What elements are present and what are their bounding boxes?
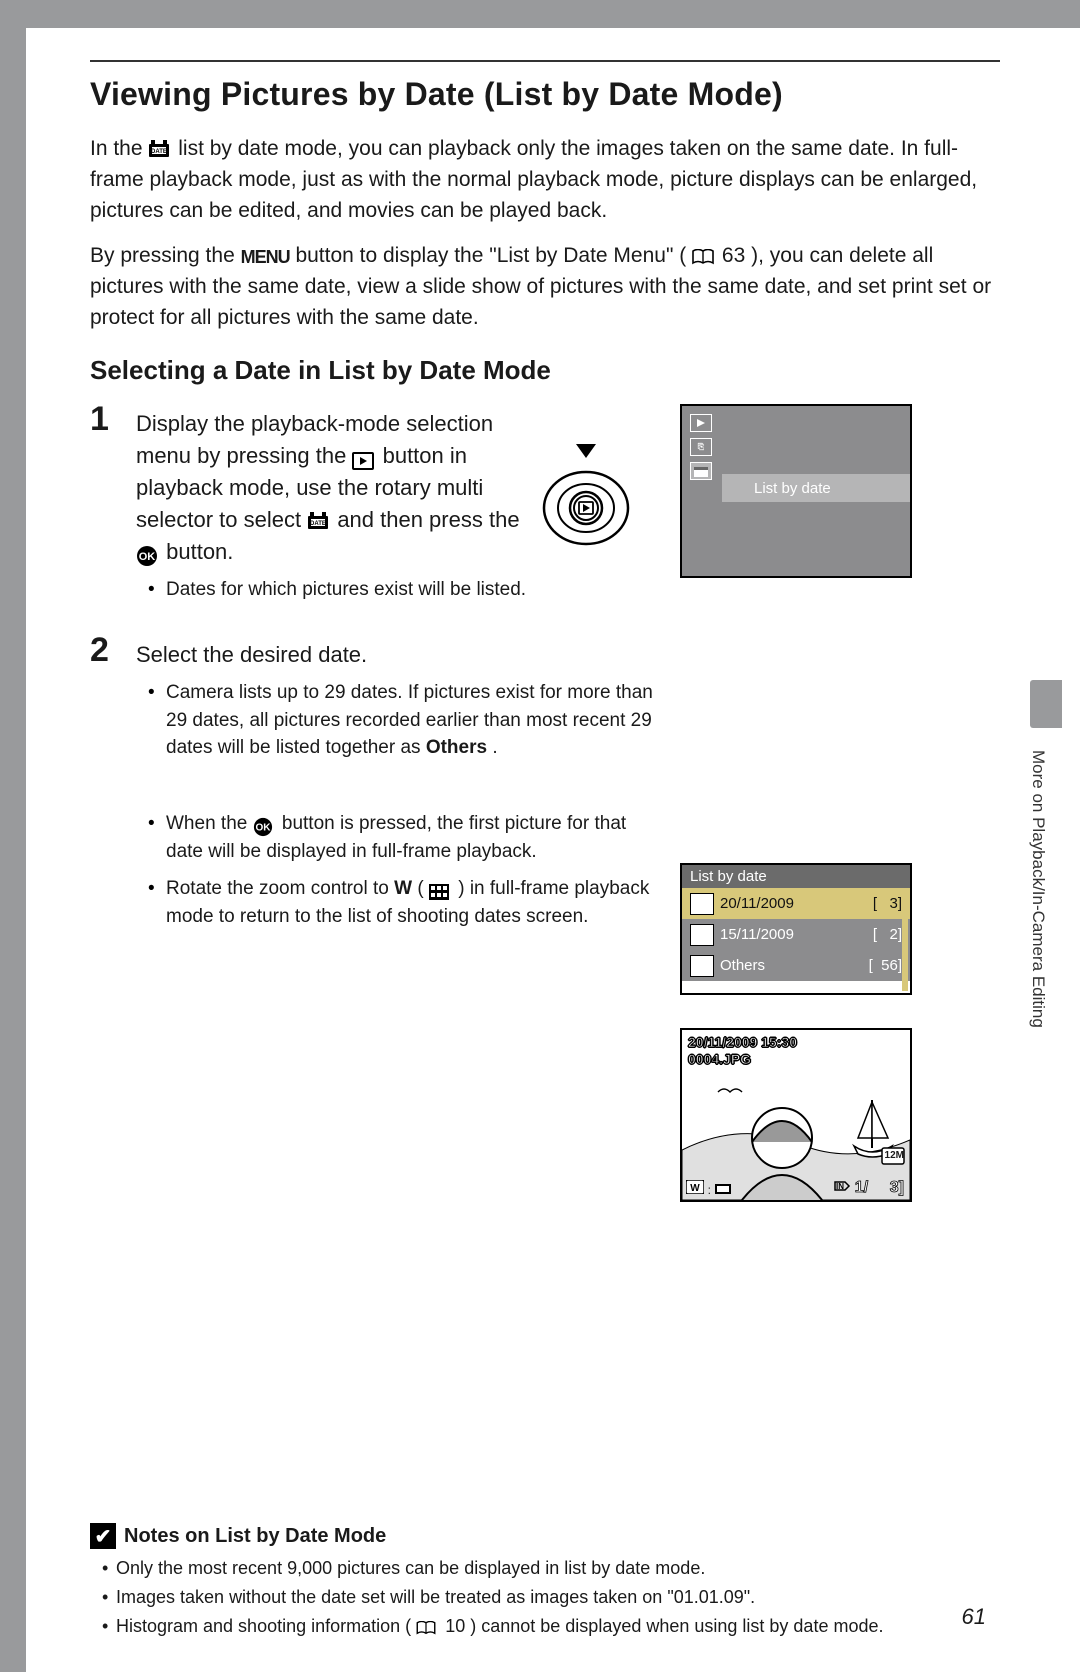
thumbnail-icon xyxy=(690,893,714,915)
intro-paragraph-2: By pressing the MENU button to display t… xyxy=(90,240,1000,333)
playback-total: 3] xyxy=(890,1179,904,1196)
svg-text:IN: IN xyxy=(836,1182,844,1191)
text: button to display the "List by Date Menu… xyxy=(295,244,686,267)
intro-paragraph-1: In the DATE list by date mode, you can p… xyxy=(90,133,1000,226)
text-strong: Others xyxy=(426,737,487,758)
step-2-bullet-1: Camera lists up to 29 dates. If pictures… xyxy=(166,679,656,762)
text: and then press the xyxy=(337,507,519,532)
step-2-bullet-2: When the OK button is pressed, the first… xyxy=(166,810,656,865)
date-list-title: List by date xyxy=(682,865,910,888)
text: . xyxy=(492,737,497,758)
playback-date: 20/11/2009 15:30 xyxy=(688,1034,797,1050)
date-value: 15/11/2009 xyxy=(720,926,867,943)
lcd-selected-row: List by date xyxy=(722,474,910,502)
count-value: [ 3] xyxy=(873,895,902,912)
manual-page: Viewing Pictures by Date (List by Date M… xyxy=(26,28,1080,1672)
section-subhead: Selecting a Date in List by Date Mode xyxy=(90,355,1000,386)
notes-title: Notes on List by Date Mode xyxy=(124,1525,386,1548)
date-list-illustration: List by date 20/11/2009 [ 3] 15/11/2009 … xyxy=(680,863,912,995)
thumbnail-icon xyxy=(690,955,714,977)
step-1-text: Display the playback-mode selection menu… xyxy=(136,408,526,567)
chapter-side-label: More on Playback/In-Camera Editing xyxy=(1028,750,1048,1028)
date-list-row: 20/11/2009 [ 3] xyxy=(682,888,910,919)
playback-filename: 0004.JPG xyxy=(688,1051,797,1067)
step-2-bullet-3: Rotate the zoom control to W ( xyxy=(166,875,656,930)
text: button. xyxy=(166,539,233,564)
step-2-text: Select the desired date. xyxy=(136,639,626,671)
playback-mode-icon xyxy=(690,414,712,432)
date-icon: DATE xyxy=(307,507,331,527)
step-1: 1 Display the playback-mode selection me… xyxy=(90,402,1000,613)
note-item: Only the most recent 9,000 pictures can … xyxy=(102,1555,1000,1582)
step-2: 2 Select the desired date. Camera lists … xyxy=(90,633,1000,1003)
date-value: 20/11/2009 xyxy=(720,895,867,912)
page-number: 61 xyxy=(962,1604,986,1630)
date-value: Others xyxy=(720,957,863,974)
thumbnail-icon xyxy=(690,924,714,946)
chapter-thumb-tab xyxy=(1030,680,1062,728)
cross-ref: 63 xyxy=(722,244,745,267)
svg-text:DATE: DATE xyxy=(151,149,167,155)
note-item: Images taken without the date set will b… xyxy=(102,1584,1000,1611)
fullframe-playback-illustration: 20/11/2009 15:30 0004.JPG 12M W xyxy=(680,1028,912,1202)
list-by-date-mode-icon xyxy=(690,462,712,480)
rule-top xyxy=(90,60,1000,62)
count-value: [ 56] xyxy=(869,957,902,974)
text: Camera lists up to 29 dates. If pictures… xyxy=(166,682,653,758)
text: Histogram and shooting information ( xyxy=(116,1616,411,1636)
text: ) cannot be displayed when using list by… xyxy=(470,1616,883,1636)
page-title: Viewing Pictures by Date (List by Date M… xyxy=(90,76,1000,113)
auto-sort-mode-icon: ⎘ xyxy=(690,438,712,456)
text: By pressing the xyxy=(90,244,241,267)
lcd-menu-label: List by date xyxy=(754,480,831,497)
date-list-row: Others [ 56] xyxy=(682,950,910,981)
scrollbar-icon xyxy=(902,889,908,991)
text: Rotate the zoom control to xyxy=(166,878,394,899)
book-icon xyxy=(416,1616,440,1636)
book-icon xyxy=(692,243,716,263)
step-number: 1 xyxy=(90,402,118,436)
menu-button-label: MENU xyxy=(241,244,290,264)
text: When the xyxy=(166,813,253,834)
ok-button-icon: OK xyxy=(136,539,160,559)
thumbnail-icon xyxy=(429,878,453,898)
cross-ref: 10 xyxy=(445,1616,465,1636)
step-number: 2 xyxy=(90,633,118,667)
playback-index: 1/ xyxy=(855,1179,868,1196)
date-icon xyxy=(715,1182,731,1194)
rotary-selector-illustration xyxy=(536,440,636,560)
text: ( xyxy=(417,878,423,899)
check-icon: ✔ xyxy=(90,1523,116,1549)
svg-text:DATE: DATE xyxy=(310,521,326,527)
text: In the xyxy=(90,137,148,160)
count-value: [ 2] xyxy=(873,926,902,943)
resolution-badge: 12M xyxy=(885,1150,904,1161)
step-1-bullet: Dates for which pictures exist will be l… xyxy=(166,576,556,604)
ok-button-icon: OK xyxy=(253,813,277,833)
svg-text:W: W xyxy=(690,1183,700,1194)
zoom-wide-label: W xyxy=(394,878,412,899)
play-button-icon xyxy=(352,443,376,463)
svg-text:OK: OK xyxy=(255,823,271,834)
date-list-row: 15/11/2009 [ 2] xyxy=(682,919,910,950)
lcd-mode-menu-illustration: ⎘ List by date xyxy=(680,404,912,578)
note-item: Histogram and shooting information ( 10 … xyxy=(102,1613,1000,1640)
internal-memory-icon: IN xyxy=(833,1180,851,1192)
zoom-wide-icon: W xyxy=(686,1180,704,1194)
notes-section: ✔ Notes on List by Date Mode Only the mo… xyxy=(90,1523,1000,1640)
svg-text:OK: OK xyxy=(139,551,156,563)
text: list by date mode, you can playback only… xyxy=(90,137,977,222)
date-icon: DATE xyxy=(148,136,172,156)
